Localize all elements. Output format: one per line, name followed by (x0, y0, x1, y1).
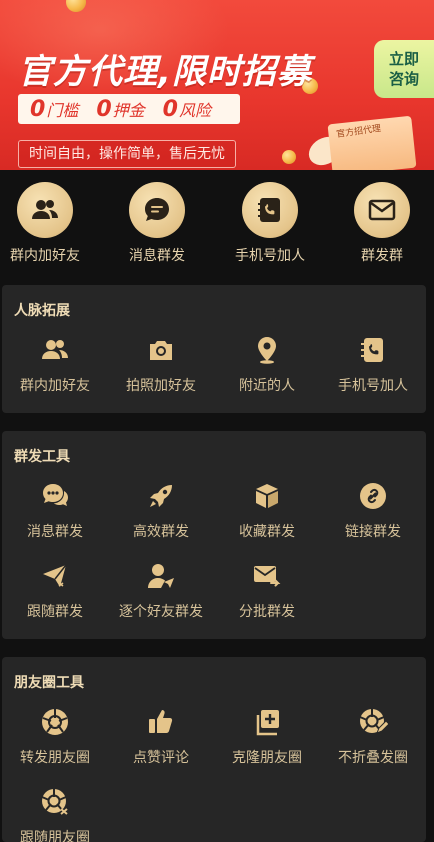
item-label: 分批群发 (239, 604, 295, 620)
section-title: 群发工具 (14, 449, 70, 465)
link-icon (358, 481, 388, 511)
banner-title: 官方代理,限时招募 (18, 52, 312, 92)
banner-slogan: 时间自由，操作简单，售后无忧 (18, 140, 236, 168)
tag-text: 风险 (178, 100, 211, 120)
quick-label: 消息群发 (129, 248, 185, 264)
item-label: 克隆朋友圈 (232, 750, 302, 766)
tag-number: 0 (96, 96, 112, 122)
group-users-icon (40, 335, 70, 365)
phone-book-icon (242, 182, 298, 238)
network-item-phone[interactable]: 手机号加人 (320, 335, 426, 395)
tag-text: 押金 (112, 100, 145, 120)
aperture-shuffle-icon (40, 787, 70, 817)
banner-tag: 0 风险 (163, 97, 211, 122)
envelope-icon (354, 182, 410, 238)
tag-number: 0 (162, 96, 178, 122)
network-item-group-add[interactable]: 群内加好友 (2, 335, 108, 395)
item-label: 高效群发 (133, 524, 189, 540)
item-label: 群内加好友 (20, 378, 90, 394)
broadcast-item-message[interactable]: 消息群发 (2, 481, 108, 541)
broadcast-item-efficient[interactable]: 高效群发 (108, 481, 214, 541)
section-title: 人脉拓展 (14, 303, 70, 319)
coin-decoration (282, 150, 296, 164)
moments-item-forward[interactable]: 转发朋友圈 (2, 707, 108, 767)
section-moments: 朋友圈工具 转发朋友圈 点赞评论 克隆朋友圈 不折叠发圈 跟随朋友圈 (2, 657, 426, 842)
broadcast-item-one-by-one[interactable]: 逐个好友群发 (108, 561, 214, 621)
user-send-icon (146, 561, 176, 591)
item-label: 跟随群发 (27, 604, 83, 620)
chat-bubbles-icon (40, 481, 70, 511)
moments-item-like[interactable]: 点赞评论 (108, 707, 214, 767)
item-label: 转发朋友圈 (20, 750, 90, 766)
broadcast-item-link[interactable]: 链接群发 (320, 481, 426, 541)
item-label: 消息群发 (27, 524, 83, 540)
quick-item-phone[interactable]: 手机号加人 (220, 182, 320, 265)
consult-line-2: 咨询 (388, 70, 419, 88)
moments-item-clone[interactable]: 克隆朋友圈 (214, 707, 320, 767)
moments-item-no-fold[interactable]: 不折叠发圈 (320, 707, 426, 767)
cube-icon (252, 481, 282, 511)
item-label: 跟随朋友圈 (20, 830, 90, 842)
broadcast-item-favorites[interactable]: 收藏群发 (214, 481, 320, 541)
network-item-photo-add[interactable]: 拍照加好友 (108, 335, 214, 395)
aperture-icon (40, 707, 70, 737)
item-label: 点赞评论 (133, 750, 189, 766)
quick-label: 群内加好友 (10, 248, 80, 264)
quick-actions: 群内加好友 消息群发 手机号加人 群发群 (0, 172, 434, 272)
item-label: 逐个好友群发 (119, 604, 203, 620)
message-bubble-icon (129, 182, 185, 238)
quick-label: 手机号加人 (235, 248, 305, 264)
item-label: 链接群发 (345, 524, 401, 540)
tag-text: 门槛 (46, 100, 79, 120)
item-label: 拍照加好友 (126, 378, 196, 394)
group-users-icon (17, 182, 73, 238)
item-label: 不折叠发圈 (338, 750, 408, 766)
section-broadcast: 群发工具 消息群发 高效群发 收藏群发 链接群发 跟随群发 逐个好友群发 分批群… (2, 431, 426, 639)
gift-box-illustration: 官方招代理 (300, 110, 420, 170)
item-label: 收藏群发 (239, 524, 295, 540)
promo-banner[interactable]: 官方代理,限时招募 0 门槛 0 押金 0 风险 时间自由，操作简单，售后无忧 … (0, 0, 434, 170)
camera-icon (146, 335, 176, 365)
consult-line-1: 立即 (388, 50, 419, 68)
moments-item-follow[interactable]: 跟随朋友圈 (2, 787, 108, 842)
item-label: 附近的人 (239, 378, 295, 394)
mail-forward-icon (252, 561, 282, 591)
banner-tag: 0 门槛 (30, 97, 78, 122)
thumbs-up-icon (146, 707, 176, 737)
quick-item-group-add[interactable]: 群内加好友 (0, 182, 95, 265)
tag-number: 0 (30, 96, 46, 122)
phone-book-icon (358, 335, 388, 365)
broadcast-item-follow[interactable]: 跟随群发 (2, 561, 108, 621)
item-label: 手机号加人 (338, 378, 408, 394)
clone-icon (252, 707, 282, 737)
section-network: 人脉拓展 群内加好友 拍照加好友 附近的人 手机号加人 (2, 285, 426, 413)
network-item-nearby[interactable]: 附近的人 (214, 335, 320, 395)
quick-label: 群发群 (361, 248, 403, 264)
location-pin-icon (252, 335, 282, 365)
consult-button[interactable]: 立即 咨询 (374, 40, 434, 98)
broadcast-item-batch[interactable]: 分批群发 (214, 561, 320, 621)
aperture-edit-icon (358, 707, 388, 737)
banner-tag: 0 押金 (96, 97, 144, 122)
quick-item-group-send[interactable]: 群发群 (332, 182, 432, 265)
section-title: 朋友圈工具 (14, 675, 84, 691)
banner-tag-bar: 0 门槛 0 押金 0 风险 (18, 94, 240, 124)
quick-item-message[interactable]: 消息群发 (107, 182, 207, 265)
rocket-icon (146, 481, 176, 511)
paper-plane-icon (40, 561, 70, 591)
